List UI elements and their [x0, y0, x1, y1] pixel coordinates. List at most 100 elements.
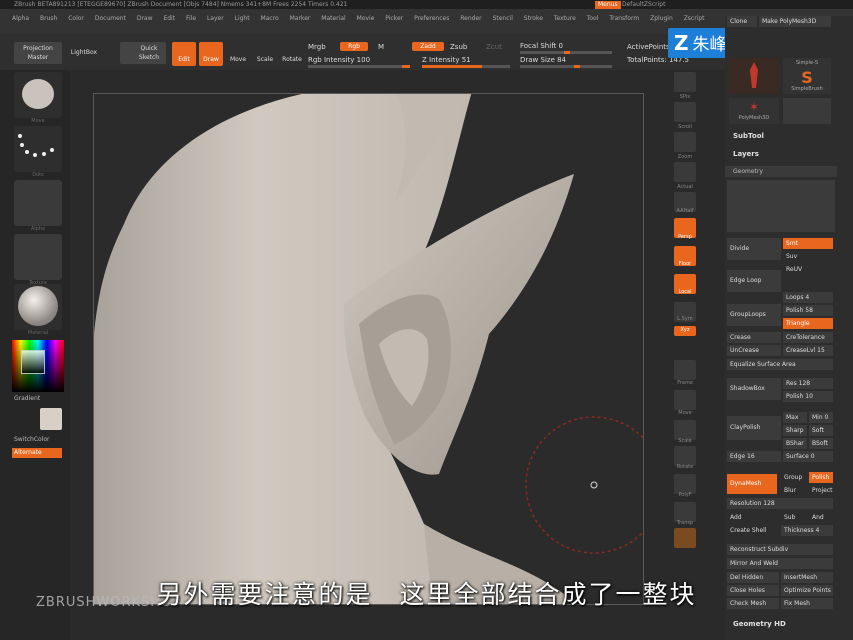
- tool-thumbnail-simplebrush[interactable]: Simple-S S SimpleBrush: [783, 58, 831, 94]
- scale-view-button[interactable]: [674, 420, 696, 440]
- menu-item[interactable]: Transform: [609, 15, 639, 22]
- project-toggle[interactable]: Project: [809, 485, 833, 496]
- mrgb-toggle[interactable]: Mrgb: [308, 43, 326, 51]
- suv-toggle[interactable]: Suv: [783, 251, 833, 262]
- polish-toggle[interactable]: Polish: [809, 472, 833, 483]
- menu-item[interactable]: Texture: [554, 15, 576, 22]
- color-square[interactable]: [21, 350, 45, 374]
- projection-master-button[interactable]: Projection Master: [14, 42, 62, 64]
- thickness-slider[interactable]: Thickness 4: [781, 525, 833, 536]
- loops-slider[interactable]: Loops 4: [783, 292, 833, 303]
- actual-button[interactable]: [674, 162, 696, 182]
- group-toggle[interactable]: Group: [781, 472, 807, 483]
- sharp-slider[interactable]: Sharp: [783, 425, 807, 436]
- texture-thumbnail[interactable]: [14, 234, 62, 280]
- stroke-thumbnail[interactable]: [14, 126, 62, 172]
- menu-item[interactable]: Macro: [261, 15, 279, 22]
- geometry-sublevels[interactable]: [727, 180, 835, 232]
- spix-button[interactable]: [674, 72, 696, 92]
- menu-item[interactable]: Picker: [385, 15, 403, 22]
- menu-item[interactable]: Stencil: [493, 15, 513, 22]
- scale-button[interactable]: Scale: [253, 42, 277, 66]
- menu-item[interactable]: Material: [321, 15, 345, 22]
- menu-item[interactable]: Document: [95, 15, 126, 22]
- scroll-button[interactable]: [674, 102, 696, 122]
- menu-item[interactable]: Movie: [357, 15, 375, 22]
- menu-item[interactable]: Zplugin: [650, 15, 673, 22]
- geometry-hd-header[interactable]: Geometry HD: [733, 620, 786, 628]
- geometry-header[interactable]: Geometry: [725, 166, 837, 177]
- soft-slider[interactable]: Soft: [809, 425, 833, 436]
- draw-button[interactable]: Draw: [199, 42, 223, 66]
- tool-thumbnail-extra[interactable]: [783, 98, 831, 124]
- menu-item[interactable]: Preferences: [414, 15, 449, 22]
- alpha-thumbnail[interactable]: [14, 180, 62, 226]
- m-toggle[interactable]: M: [378, 43, 384, 51]
- polish-slider[interactable]: Polish 58: [783, 305, 833, 316]
- rgb-toggle[interactable]: Rgb: [340, 42, 368, 51]
- min-slider[interactable]: Min 0: [809, 412, 833, 423]
- default-zscript-label[interactable]: DefaultZScript: [622, 0, 665, 9]
- menu-item[interactable]: Edit: [163, 15, 175, 22]
- shadowbox-button[interactable]: ShadowBox: [727, 378, 781, 400]
- draw-size-slider[interactable]: Draw Size 84: [520, 56, 566, 64]
- resolution-slider[interactable]: Resolution 128: [727, 498, 833, 509]
- menu-item[interactable]: Color: [68, 15, 84, 22]
- sub-button[interactable]: Sub: [781, 512, 807, 523]
- edit-button[interactable]: Edit: [172, 42, 196, 66]
- menu-item[interactable]: Alpha: [12, 15, 29, 22]
- zoom-button[interactable]: [674, 132, 696, 152]
- menu-item[interactable]: Layer: [207, 15, 224, 22]
- menu-item[interactable]: Zscript: [684, 15, 705, 22]
- layers-header[interactable]: Layers: [733, 150, 759, 158]
- move-button[interactable]: Move: [226, 42, 250, 66]
- tool-thumbnail-main[interactable]: [729, 58, 779, 94]
- blur-slider[interactable]: Blur: [781, 485, 807, 496]
- menus-button[interactable]: Menus: [595, 1, 621, 9]
- color-picker[interactable]: [12, 340, 64, 392]
- edge-slider[interactable]: Edge 16: [727, 451, 781, 462]
- menu-item[interactable]: Tool: [587, 15, 599, 22]
- reconstruct-subdiv-button[interactable]: Reconstruct Subdiv: [727, 544, 833, 555]
- res-slider[interactable]: Res 128: [783, 378, 833, 389]
- move-view-button[interactable]: [674, 390, 696, 410]
- make-polymesh-button[interactable]: Make PolyMesh3D: [759, 16, 831, 27]
- add-button[interactable]: Add: [727, 512, 761, 523]
- polish-10-slider[interactable]: Polish 10: [783, 391, 833, 402]
- transp-button[interactable]: [674, 502, 696, 522]
- divide-button[interactable]: Divide: [727, 238, 781, 260]
- canvas-viewport[interactable]: [93, 93, 644, 605]
- dynamesh-button[interactable]: DynaMesh: [727, 474, 777, 494]
- triangle-toggle[interactable]: Triangle: [783, 318, 833, 329]
- subtool-header[interactable]: SubTool: [733, 132, 764, 140]
- rotate-button[interactable]: Rotate: [280, 42, 304, 66]
- edge-loop-button[interactable]: Edge Loop: [727, 270, 781, 292]
- z-intensity-slider[interactable]: Z Intensity 51: [422, 56, 471, 64]
- uncrease-button[interactable]: UnCrease: [727, 345, 781, 356]
- claypolish-button[interactable]: ClayPolish: [727, 416, 781, 440]
- menu-item[interactable]: Draw: [137, 15, 153, 22]
- and-button[interactable]: And: [809, 512, 833, 523]
- polyf-button[interactable]: [674, 474, 696, 494]
- equalize-surface-button[interactable]: Equalize Surface Area: [727, 359, 833, 370]
- rgb-intensity-track[interactable]: [308, 65, 410, 68]
- group-loops-button[interactable]: GroupLoops: [727, 304, 781, 326]
- zadd-toggle[interactable]: Zadd: [412, 42, 444, 51]
- menu-item[interactable]: Render: [460, 15, 481, 22]
- bsoft-slider[interactable]: BSoft: [809, 438, 833, 449]
- draw-size-track[interactable]: [520, 65, 612, 68]
- focal-shift-slider[interactable]: Focal Shift 0: [520, 42, 563, 50]
- lightbox-button[interactable]: LightBox: [64, 42, 104, 64]
- creaselvl-slider[interactable]: CreaseLvl 15: [783, 345, 833, 356]
- alternate-button[interactable]: Alternate: [12, 448, 62, 458]
- secondary-color-swatch[interactable]: [40, 408, 62, 430]
- bsharp-slider[interactable]: BShar: [783, 438, 807, 449]
- zcut-toggle[interactable]: Zcut: [486, 43, 502, 51]
- menu-item[interactable]: Light: [235, 15, 250, 22]
- gradient-label[interactable]: Gradient: [14, 395, 40, 402]
- rotate-view-button[interactable]: [674, 446, 696, 466]
- smt-toggle[interactable]: Smt: [783, 238, 833, 249]
- menu-item[interactable]: Brush: [40, 15, 57, 22]
- frame-button[interactable]: [674, 360, 696, 380]
- reuv-toggle[interactable]: ReUV: [783, 264, 833, 275]
